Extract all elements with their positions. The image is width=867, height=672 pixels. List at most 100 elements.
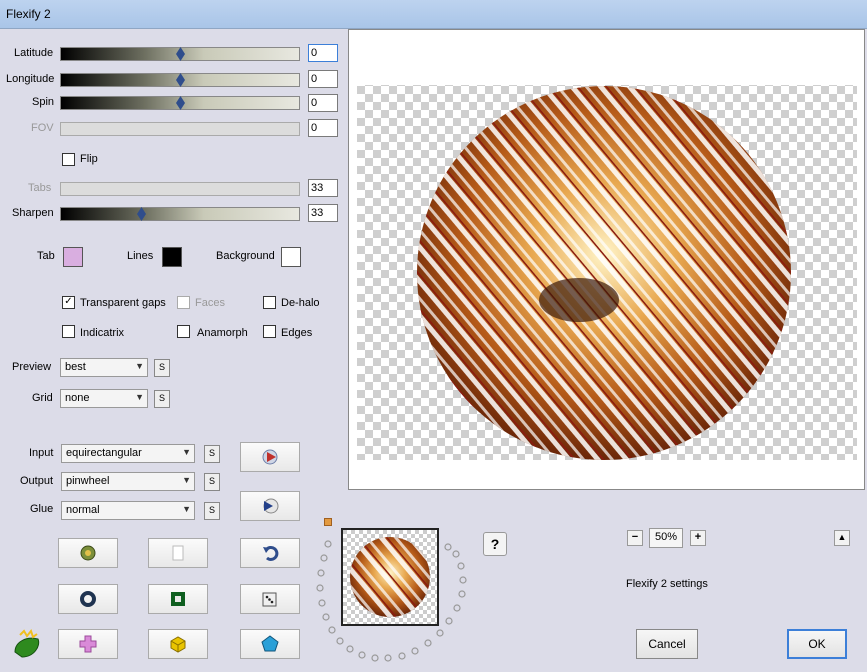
chevron-down-icon: ▼ [182,504,191,514]
background-color-label: Background [216,250,275,262]
longitude-slider[interactable] [60,73,300,87]
play-reverse-button[interactable] [240,491,300,521]
slider-thumb[interactable] [176,47,185,61]
indicatrix-checkbox[interactable] [62,325,75,338]
frame-button[interactable] [148,584,208,614]
slider-thumb[interactable] [137,207,146,221]
flip-checkbox[interactable] [62,153,75,166]
globe-icon [80,545,96,561]
help-button[interactable]: ? [483,532,507,556]
copy-button[interactable] [148,538,208,568]
slider-thumb[interactable] [176,73,185,87]
faces-label: Faces [195,297,225,309]
pentagon-icon [261,635,279,652]
input-select[interactable]: equirectangular ▼ [61,444,195,463]
preview-value: best [65,361,86,373]
transparent-gaps-label: Transparent gaps [80,297,166,309]
grid-s-button[interactable]: S [154,390,170,408]
undo-icon [263,545,279,561]
background-color-swatch[interactable] [281,247,301,267]
preview-image [357,85,857,460]
input-value: equirectangular [66,447,142,459]
input-s-button[interactable]: S [204,445,220,463]
collapse-button[interactable]: ▲ [834,530,850,546]
play-forward-button[interactable] [240,442,300,472]
spin-label: Spin [32,96,55,108]
grid-select[interactable]: none ▼ [60,389,148,408]
edges-label: Edges [281,327,313,339]
cube-button[interactable] [148,629,208,659]
anamorph-label: Anamorph [197,327,248,339]
thumbnail-preview[interactable] [341,528,439,626]
preview-canvas[interactable] [348,29,865,490]
edges-checkbox[interactable] [263,325,276,338]
cube-icon [170,636,186,653]
glue-select[interactable]: normal ▼ [61,501,195,520]
output-label: Output [20,475,54,487]
preview-label: Preview [12,361,52,373]
pentagon-button[interactable] [240,629,300,659]
undo-button[interactable] [240,538,300,568]
indicatrix-label: Indicatrix [80,327,125,339]
spin-input[interactable]: 0 [308,94,338,112]
sharpen-slider[interactable] [60,207,300,221]
dehalo-checkbox[interactable] [263,296,276,309]
slider-thumb[interactable] [176,96,185,110]
spin-slider[interactable] [60,96,300,110]
tabs-slider [60,182,300,196]
zoom-out-button[interactable]: − [627,530,643,546]
preview-s-button[interactable]: S [154,359,170,377]
random-button[interactable] [240,584,300,614]
title-bar: Flexify 2 [0,0,867,29]
fov-slider [60,122,300,136]
frame-icon [171,592,185,606]
glue-value: normal [66,504,100,516]
document-icon [172,545,184,561]
flip-label: Flip [80,153,98,165]
chevron-down-icon: ▼ [135,392,144,402]
reverse-icon [263,498,279,514]
preview-select[interactable]: best ▼ [60,358,148,377]
longitude-label: Longitude [6,73,55,85]
logo-icon [14,628,40,658]
dehalo-label: De-halo [281,297,320,309]
anamorph-checkbox[interactable] [177,325,190,338]
cross-button[interactable] [58,629,118,659]
zoom-level: 50% [649,528,683,548]
lines-color-swatch[interactable] [162,247,182,267]
chevron-down-icon: ▼ [182,447,191,457]
cancel-button[interactable]: Cancel [636,629,698,659]
output-s-button[interactable]: S [204,473,220,491]
grid-value: none [65,392,90,404]
status-text: Flexify 2 settings [626,578,708,590]
transparent-gaps-checkbox[interactable]: ✓ [62,296,75,309]
grid-label: Grid [32,392,53,404]
longitude-input[interactable]: 0 [308,70,338,88]
chevron-down-icon: ▼ [135,361,144,371]
sharpen-input[interactable]: 33 [308,204,338,222]
fov-label: FOV [31,122,54,134]
tab-color-swatch[interactable] [63,247,83,267]
faces-checkbox [177,296,190,309]
glue-label: Glue [30,503,54,515]
output-select[interactable]: pinwheel ▼ [61,472,195,491]
cross-icon [79,635,97,653]
window-title: Flexify 2 [6,7,51,21]
latitude-slider[interactable] [60,47,300,61]
ring-button[interactable] [58,584,118,614]
tab-color-label: Tab [37,250,55,262]
dice-icon [262,592,277,607]
thumbnail-image [343,530,437,624]
glue-s-button[interactable]: S [204,502,220,520]
zoom-in-button[interactable]: + [690,530,706,546]
chevron-down-icon: ▼ [182,475,191,485]
tabs-label: Tabs [28,182,52,194]
ring-icon [80,591,96,607]
chevron-up-icon: ▲ [837,532,847,542]
latitude-input[interactable]: 0 [308,44,338,62]
ok-button[interactable]: OK [787,629,847,659]
globe-button[interactable] [58,538,118,568]
output-value: pinwheel [66,475,110,487]
tabs-input: 33 [308,179,338,197]
latitude-label: Latitude [14,47,54,59]
